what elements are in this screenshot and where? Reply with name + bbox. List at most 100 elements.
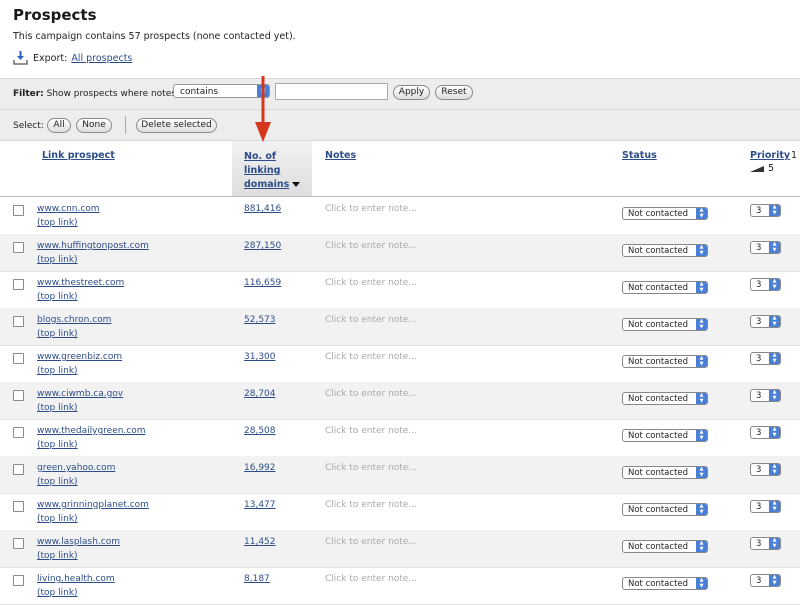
- priority-select[interactable]: 3 ▲ ▼: [750, 389, 781, 402]
- prospect-link[interactable]: www.greenbiz.com: [37, 352, 122, 362]
- top-link[interactable]: (top link): [37, 551, 78, 561]
- linking-domains-link[interactable]: 8,187: [244, 574, 270, 584]
- priority-select[interactable]: 3 ▲ ▼: [750, 537, 781, 550]
- priority-value: 3: [756, 428, 762, 438]
- status-select[interactable]: Not contacted ▲ ▼: [622, 392, 708, 405]
- select-arrows-icon: ▲ ▼: [769, 315, 780, 327]
- priority-select[interactable]: 3 ▲ ▼: [750, 574, 781, 587]
- top-link[interactable]: (top link): [37, 403, 78, 413]
- prospect-link[interactable]: green.yahoo.com: [37, 463, 115, 473]
- prospect-link[interactable]: www.lasplash.com: [37, 537, 120, 547]
- priority-select[interactable]: 3 ▲ ▼: [750, 204, 781, 217]
- column-header-prospect[interactable]: Link prospect: [42, 150, 115, 161]
- page-header: Prospects This campaign contains 57 pros…: [0, 0, 800, 78]
- status-select[interactable]: Not contacted ▲ ▼: [622, 503, 708, 516]
- page-title: Prospects: [13, 6, 97, 24]
- status-select[interactable]: Not contacted ▲ ▼: [622, 281, 708, 294]
- priority-select[interactable]: 3 ▲ ▼: [750, 315, 781, 328]
- status-select[interactable]: Not contacted ▲ ▼: [622, 244, 708, 257]
- linking-domains-link[interactable]: 31,300: [244, 352, 276, 362]
- status-select[interactable]: Not contacted ▲ ▼: [622, 429, 708, 442]
- priority-value: 3: [756, 317, 762, 327]
- note-placeholder[interactable]: Click to enter note...: [325, 241, 417, 251]
- top-link[interactable]: (top link): [37, 329, 78, 339]
- status-select[interactable]: Not contacted ▲ ▼: [622, 466, 708, 479]
- top-link[interactable]: (top link): [37, 218, 78, 228]
- prospect-link[interactable]: living.health.com: [37, 574, 115, 584]
- export-row: Export: All prospects: [13, 51, 132, 65]
- reset-button[interactable]: Reset: [435, 85, 473, 100]
- select-arrows-icon: ▲ ▼: [769, 574, 780, 586]
- top-link[interactable]: (top link): [37, 255, 78, 265]
- row-checkbox[interactable]: [13, 353, 24, 364]
- linking-domains-link[interactable]: 116,659: [244, 278, 281, 288]
- linking-domains-link[interactable]: 287,150: [244, 241, 281, 251]
- prospect-link[interactable]: www.thedailygreen.com: [37, 426, 146, 436]
- priority-select[interactable]: 3 ▲ ▼: [750, 352, 781, 365]
- top-link[interactable]: (top link): [37, 477, 78, 487]
- filter-label: Filter: Show prospects where notes: [13, 89, 176, 99]
- export-all-link[interactable]: All prospects: [71, 53, 132, 64]
- row-checkbox[interactable]: [13, 538, 24, 549]
- status-select[interactable]: Not contacted ▲ ▼: [622, 355, 708, 368]
- linking-domains-link[interactable]: 52,573: [244, 315, 276, 325]
- prospect-link[interactable]: www.thestreet.com: [37, 278, 124, 288]
- top-link[interactable]: (top link): [37, 292, 78, 302]
- prospect-link[interactable]: www.grinningplanet.com: [37, 500, 149, 510]
- column-header-priority[interactable]: Priority: [750, 150, 790, 161]
- row-checkbox[interactable]: [13, 279, 24, 290]
- row-checkbox[interactable]: [13, 390, 24, 401]
- status-select[interactable]: Not contacted ▲ ▼: [622, 577, 708, 590]
- note-placeholder[interactable]: Click to enter note...: [325, 426, 417, 436]
- note-placeholder[interactable]: Click to enter note...: [325, 463, 417, 473]
- select-arrows-icon: ▲ ▼: [696, 392, 707, 404]
- prospect-link[interactable]: www.huffingtonpost.com: [37, 241, 149, 251]
- prospect-link[interactable]: blogs.chron.com: [37, 315, 111, 325]
- row-checkbox[interactable]: [13, 205, 24, 216]
- linking-domains-link[interactable]: 28,704: [244, 389, 276, 399]
- row-checkbox[interactable]: [13, 316, 24, 327]
- linking-domains-link[interactable]: 16,992: [244, 463, 276, 473]
- delete-selected-button[interactable]: Delete selected: [136, 118, 217, 133]
- priority-select[interactable]: 3 ▲ ▼: [750, 500, 781, 513]
- note-placeholder[interactable]: Click to enter note...: [325, 352, 417, 362]
- note-placeholder[interactable]: Click to enter note...: [325, 204, 417, 214]
- top-link[interactable]: (top link): [37, 588, 78, 598]
- priority-select[interactable]: 3 ▲ ▼: [750, 463, 781, 476]
- apply-button[interactable]: Apply: [393, 85, 430, 100]
- linking-domains-link[interactable]: 28,508: [244, 426, 276, 436]
- filter-value-input[interactable]: [275, 83, 388, 100]
- row-checkbox[interactable]: [13, 427, 24, 438]
- priority-select[interactable]: 3 ▲ ▼: [750, 241, 781, 254]
- column-header-status[interactable]: Status: [622, 150, 657, 161]
- note-placeholder[interactable]: Click to enter note...: [325, 278, 417, 288]
- status-select[interactable]: Not contacted ▲ ▼: [622, 318, 708, 331]
- column-header-notes[interactable]: Notes: [325, 150, 356, 161]
- row-checkbox[interactable]: [13, 501, 24, 512]
- linking-domains-link[interactable]: 11,452: [244, 537, 276, 547]
- note-placeholder[interactable]: Click to enter note...: [325, 574, 417, 584]
- row-checkbox[interactable]: [13, 575, 24, 586]
- note-placeholder[interactable]: Click to enter note...: [325, 537, 417, 547]
- top-link[interactable]: (top link): [37, 514, 78, 524]
- note-placeholder[interactable]: Click to enter note...: [325, 500, 417, 510]
- priority-select[interactable]: 3 ▲ ▼: [750, 426, 781, 439]
- column-header-domains-line3: domains: [244, 179, 290, 190]
- priority-select[interactable]: 3 ▲ ▼: [750, 278, 781, 291]
- note-placeholder[interactable]: Click to enter note...: [325, 389, 417, 399]
- select-all-button[interactable]: All: [47, 118, 71, 133]
- status-select[interactable]: Not contacted ▲ ▼: [622, 540, 708, 553]
- status-select[interactable]: Not contacted ▲ ▼: [622, 207, 708, 220]
- prospect-link[interactable]: www.cnn.com: [37, 204, 100, 214]
- linking-domains-link[interactable]: 13,477: [244, 500, 276, 510]
- select-none-button[interactable]: None: [76, 118, 112, 133]
- top-link[interactable]: (top link): [37, 366, 78, 376]
- prospect-link[interactable]: www.ciwmb.ca.gov: [37, 389, 123, 399]
- column-header-domains[interactable]: No. of linking domains: [244, 150, 304, 192]
- download-icon[interactable]: [13, 51, 28, 65]
- note-placeholder[interactable]: Click to enter note...: [325, 315, 417, 325]
- row-checkbox[interactable]: [13, 242, 24, 253]
- linking-domains-link[interactable]: 881,416: [244, 204, 281, 214]
- row-checkbox[interactable]: [13, 464, 24, 475]
- top-link[interactable]: (top link): [37, 440, 78, 450]
